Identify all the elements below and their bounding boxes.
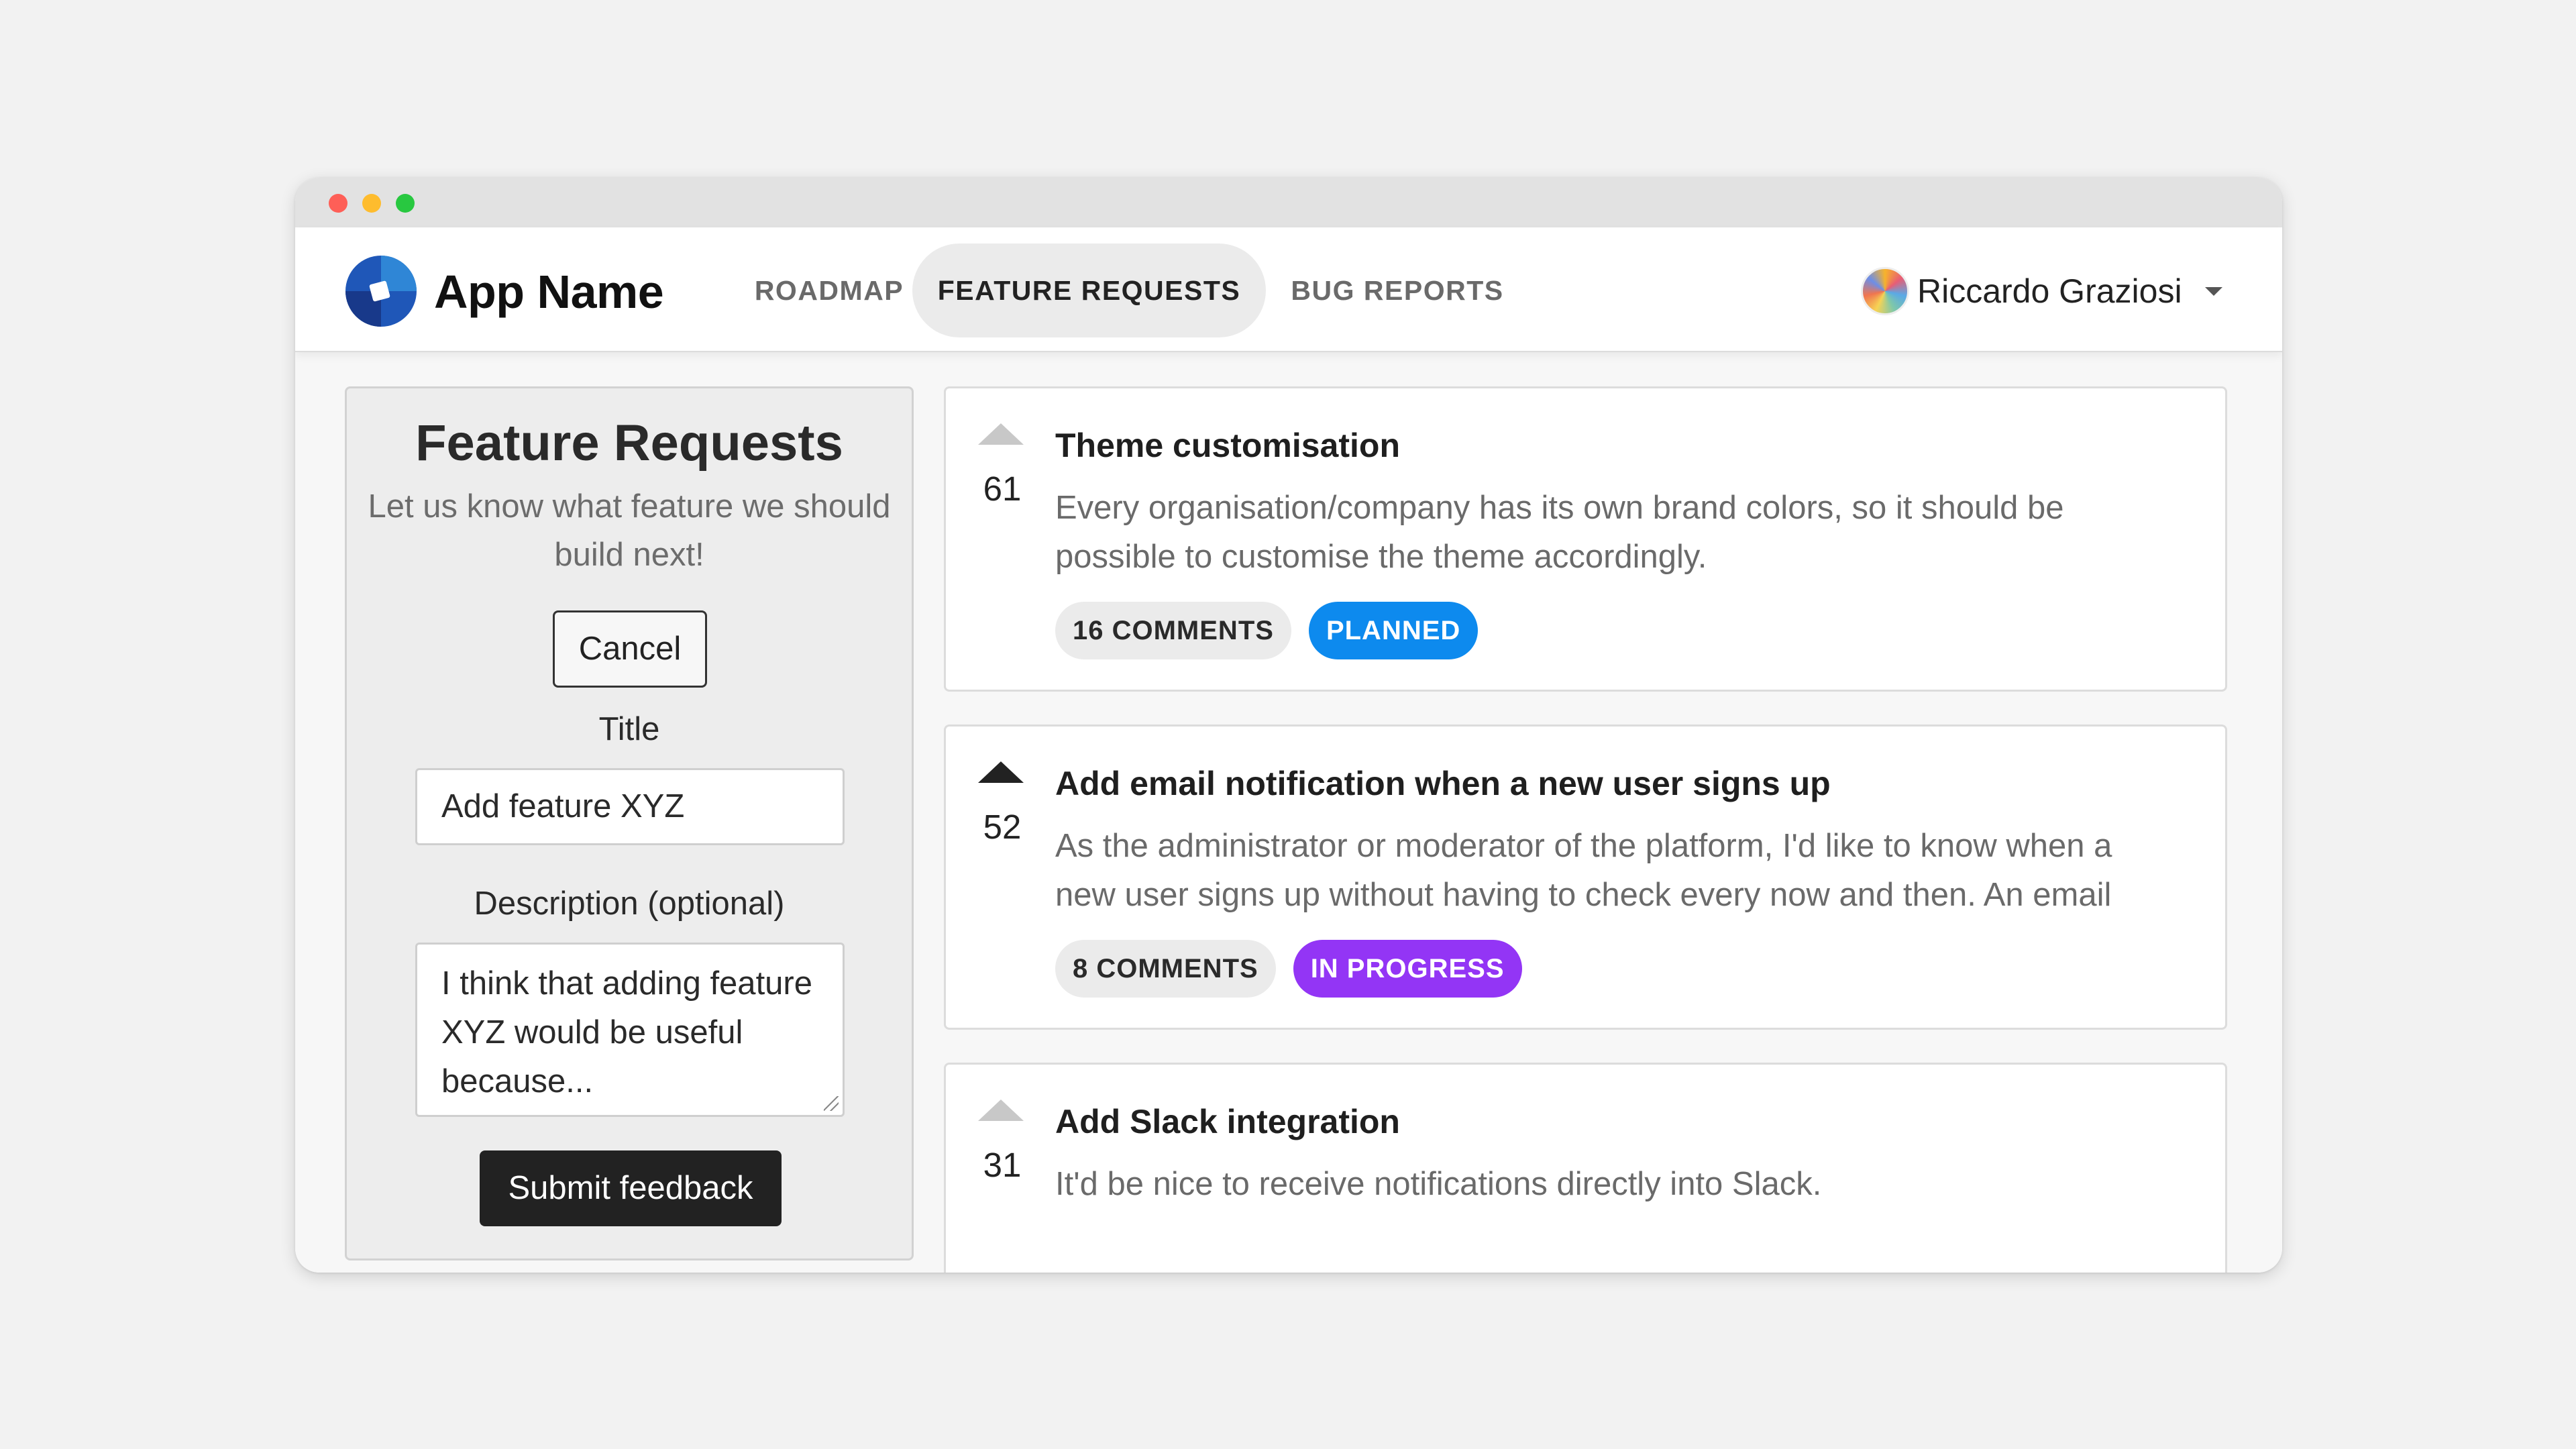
post-badges: 16 COMMENTS PLANNED (1055, 602, 1495, 659)
avatar-icon (1861, 267, 1909, 315)
post-badges: 8 COMMENTS IN PROGRESS (1055, 940, 1540, 998)
post-card[interactable]: 61 Theme customisation Every organisatio… (944, 386, 2227, 692)
new-post-panel: Feature Requests Let us know what featur… (345, 386, 914, 1260)
maximize-window-button[interactable] (396, 194, 415, 213)
user-menu[interactable]: Riccardo Graziosi (1861, 261, 2222, 321)
post-title[interactable]: Add Slack integration (1055, 1102, 1400, 1141)
tab-bug-reports[interactable]: BUG REPORTS (1270, 244, 1525, 337)
user-name: Riccardo Graziosi (1917, 272, 2182, 310)
main-content: Feature Requests Let us know what featur… (295, 352, 2282, 1273)
comments-badge[interactable]: 8 COMMENTS (1055, 940, 1276, 998)
tab-roadmap[interactable]: ROADMAP (722, 244, 936, 337)
submit-feedback-button[interactable]: Submit feedback (480, 1150, 782, 1226)
post-title[interactable]: Theme customisation (1055, 426, 1400, 465)
post-title[interactable]: Add email notification when a new user s… (1055, 764, 1831, 803)
resize-handle-icon[interactable] (824, 1096, 839, 1111)
post-card[interactable]: 52 Add email notification when a new use… (944, 724, 2227, 1030)
minimize-window-button[interactable] (362, 194, 381, 213)
upvote-arrow-icon[interactable] (978, 423, 1024, 445)
title-input[interactable]: Add feature XYZ (415, 768, 845, 845)
post-card[interactable]: 31 Add Slack integration It'd be nice to… (944, 1063, 2227, 1273)
description-label: Description (optional) (474, 885, 785, 922)
comments-badge[interactable]: 16 COMMENTS (1055, 602, 1291, 659)
app-logo-icon[interactable] (344, 254, 418, 328)
caret-down-icon (2204, 286, 2222, 296)
close-window-button[interactable] (329, 194, 347, 213)
description-textarea[interactable]: I think that adding feature XYZ would be… (415, 943, 845, 1117)
post-description: It'd be nice to receive notifications di… (1055, 1166, 1822, 1202)
description-text: I think that adding feature XYZ would be… (441, 965, 812, 1099)
post-description: As the administrator or moderator of the… (1055, 828, 2112, 913)
status-badge: IN PROGRESS (1293, 940, 1522, 998)
vote-count: 31 (983, 1146, 1022, 1184)
top-navbar: App Name ROADMAP FEATURE REQUESTS BUG RE… (295, 227, 2282, 352)
upvote-arrow-icon[interactable] (978, 1099, 1024, 1121)
status-badge: PLANNED (1308, 602, 1479, 659)
title-label: Title (598, 711, 660, 747)
vote-count: 52 (983, 808, 1022, 846)
app-name[interactable]: App Name (434, 265, 664, 319)
panel-title: Feature Requests (415, 415, 843, 472)
post-description: Every organisation/company has its own b… (1055, 490, 2064, 575)
window-titlebar (295, 178, 2282, 227)
cancel-button[interactable]: Cancel (553, 610, 707, 688)
vote-count: 61 (983, 470, 1022, 508)
browser-window: App Name ROADMAP FEATURE REQUESTS BUG RE… (295, 178, 2282, 1273)
panel-subtitle: Let us know what feature we should build… (368, 488, 891, 573)
upvote-arrow-icon[interactable] (978, 761, 1024, 783)
tab-feature-requests[interactable]: FEATURE REQUESTS (912, 244, 1266, 337)
